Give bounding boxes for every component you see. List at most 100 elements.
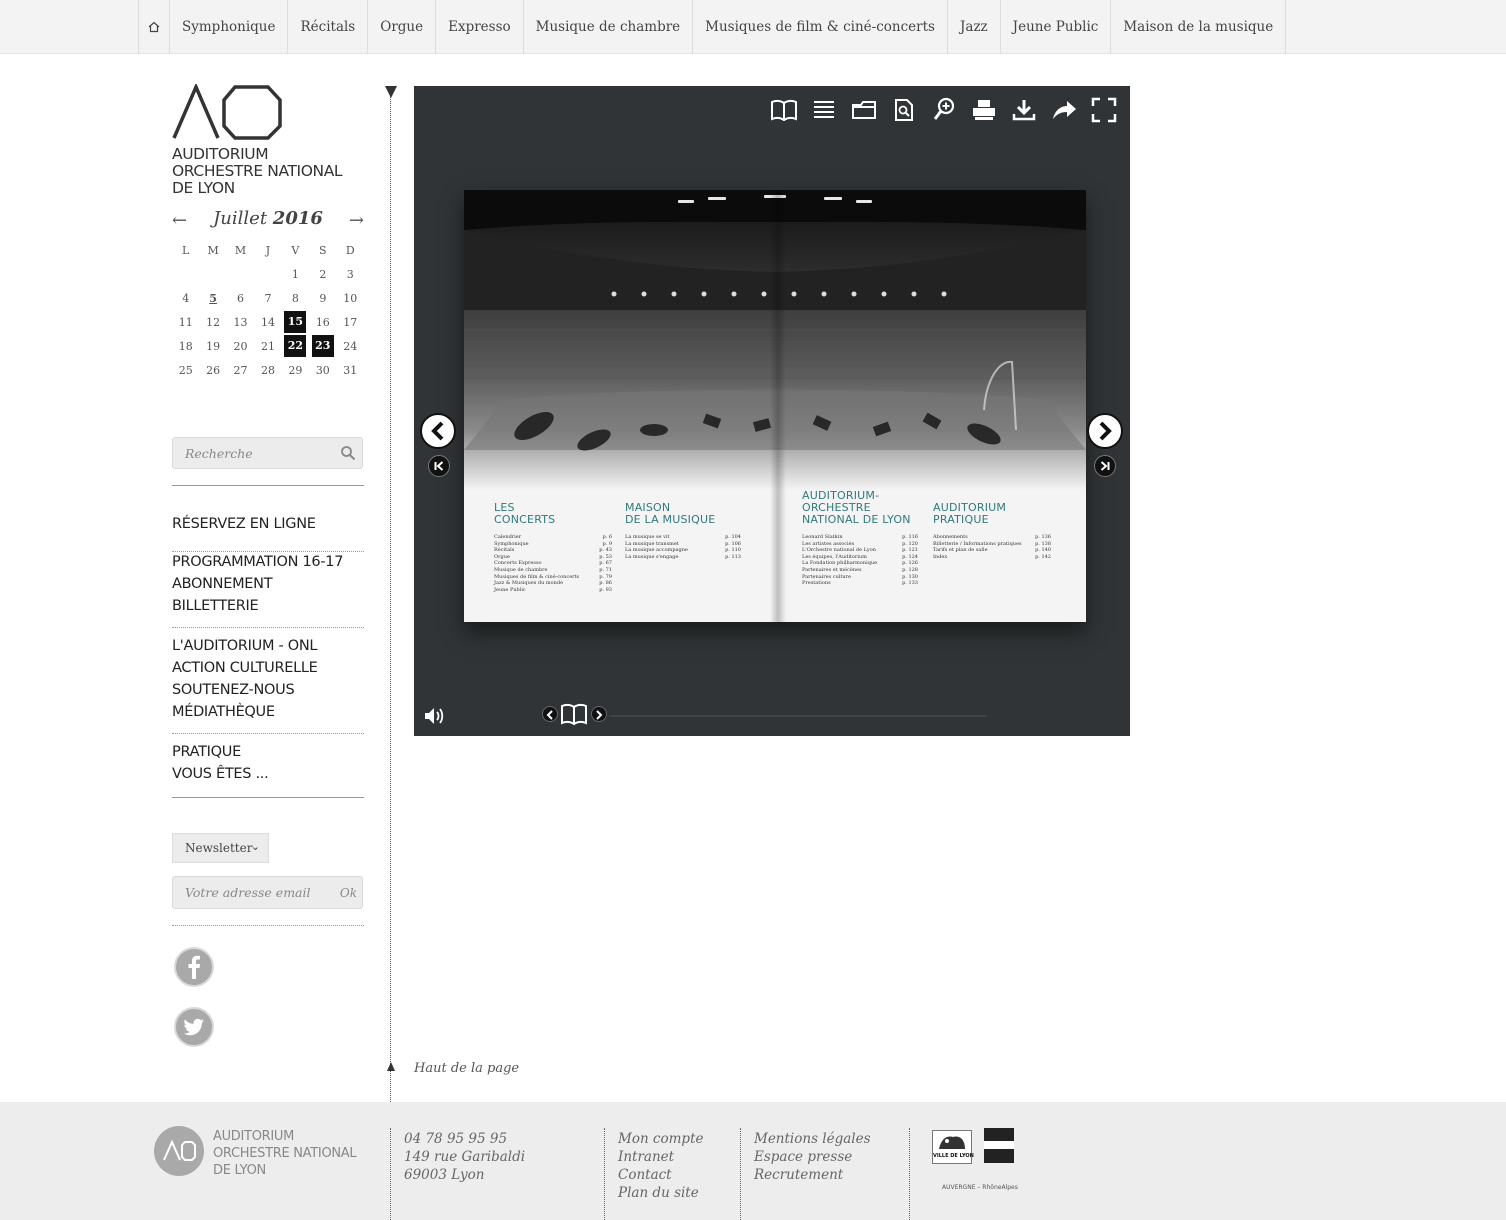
- toc-row-title: Calendrier: [494, 534, 522, 540]
- newsletter-dropdown[interactable]: Newsletter ⌄: [172, 833, 269, 863]
- next-month-arrow-icon[interactable]: →: [349, 210, 364, 231]
- menu-item-billetterie[interactable]: BILLETTERIE: [172, 595, 364, 617]
- calendar-day[interactable]: 10: [337, 286, 364, 310]
- home-icon[interactable]: [139, 0, 170, 54]
- calendar-day[interactable]: 16: [309, 310, 336, 334]
- calendar-day[interactable]: 28: [254, 358, 281, 382]
- calendar-day[interactable]: 8: [282, 286, 309, 310]
- calendar-day[interactable]: 12: [199, 310, 226, 334]
- calendar-day[interactable]: 24: [337, 334, 364, 358]
- site-logo[interactable]: AUDITORIUM ORCHESTRE NATIONAL DE LYON: [172, 84, 367, 197]
- footer-link-mentions-legales[interactable]: Mentions légales: [754, 1130, 871, 1148]
- calendar-day[interactable]: 21: [254, 334, 281, 358]
- calendar-day[interactable]: 6: [227, 286, 254, 310]
- toc-row-title: La Fondation philharmonique: [802, 560, 878, 567]
- nav-item-symphonique[interactable]: Symphonique: [170, 0, 289, 54]
- nav-item-expresso[interactable]: Expresso: [436, 0, 524, 54]
- calendar-day[interactable]: 9: [309, 286, 336, 310]
- sound-icon[interactable]: [422, 704, 446, 732]
- calendar-day[interactable]: 5: [199, 286, 226, 310]
- toc-row-page: p. 130: [902, 573, 918, 580]
- zoom-in-icon[interactable]: [930, 96, 958, 124]
- calendar-day[interactable]: 3: [337, 262, 364, 286]
- nav-item-orgue[interactable]: Orgue: [368, 0, 437, 54]
- rule-top-arrow-icon: [385, 86, 397, 98]
- page-search-icon[interactable]: [890, 96, 918, 124]
- menu-item-abonnement[interactable]: ABONNEMENT: [172, 573, 364, 595]
- nav-item-maison-de-la-musique[interactable]: Maison de la musique: [1111, 0, 1287, 54]
- nav-item-jeune-public[interactable]: Jeune Public: [1001, 0, 1112, 54]
- region-logo[interactable]: AUVERGNE – RhôneAlpes: [942, 1184, 1018, 1191]
- menu-item-mediatheque[interactable]: MÉDIATHÈQUE: [172, 701, 364, 723]
- menu-item-soutenez[interactable]: SOUTENEZ-NOUS: [172, 679, 364, 701]
- calendar-day[interactable]: 13: [227, 310, 254, 334]
- calendar-day[interactable]: 14: [254, 310, 281, 334]
- twitter-icon[interactable]: [174, 1007, 214, 1047]
- footer-link-espace-presse[interactable]: Espace presse: [754, 1148, 871, 1166]
- table-of-contents-icon[interactable]: [810, 96, 838, 124]
- menu-item-pratique[interactable]: PRATIQUE: [172, 741, 364, 763]
- calendar-day[interactable]: 7: [254, 286, 281, 310]
- footer-link-intranet[interactable]: Intranet: [618, 1148, 703, 1166]
- calendar-day[interactable]: 20: [227, 334, 254, 358]
- email-submit-button[interactable]: Ok: [340, 886, 357, 900]
- calendar-day[interactable]: 27: [227, 358, 254, 382]
- footer-link-plan-du-site[interactable]: Plan du site: [618, 1184, 703, 1202]
- calendar-day[interactable]: 15: [282, 310, 309, 334]
- toc-row-page: p. 140: [1035, 547, 1051, 554]
- footer-logo-icon[interactable]: [154, 1126, 204, 1176]
- previous-page-button[interactable]: [420, 413, 456, 449]
- footer-link-recrutement[interactable]: Recrutement: [754, 1166, 871, 1184]
- thumbnail-prev-button[interactable]: [542, 706, 558, 722]
- calendar-day[interactable]: 17: [337, 310, 364, 334]
- menu-item-vous-etes[interactable]: VOUS ÊTES ...: [172, 763, 364, 785]
- calendar-day[interactable]: 2: [309, 262, 336, 286]
- calendar-day[interactable]: 4: [172, 286, 199, 310]
- ministry-logo[interactable]: [984, 1128, 1014, 1166]
- last-page-button[interactable]: [1094, 455, 1116, 477]
- calendar-day[interactable]: 26: [199, 358, 226, 382]
- footer-phone[interactable]: 04 78 95 95 95: [404, 1130, 525, 1148]
- book-view-icon[interactable]: [770, 96, 798, 124]
- footer-link-mon-compte[interactable]: Mon compte: [618, 1130, 703, 1148]
- menu-item-action-culturelle[interactable]: ACTION CULTURELLE: [172, 657, 364, 679]
- download-icon[interactable]: [1010, 96, 1038, 124]
- search-icon[interactable]: [340, 445, 356, 461]
- calendar-day[interactable]: 22: [282, 334, 309, 358]
- brochure-spread[interactable]: LES CONCERTS Calendrier p. 6 Symphonique p.…: [464, 190, 1086, 622]
- calendar-day[interactable]: 31: [337, 358, 364, 382]
- thumbnail-next-button[interactable]: [591, 706, 607, 722]
- nav-item-recitals[interactable]: Récitals: [288, 0, 369, 54]
- menu-item-reservez[interactable]: RÉSERVEZ EN LIGNE: [172, 513, 364, 535]
- first-page-button[interactable]: [428, 455, 450, 477]
- calendar-day[interactable]: 30: [309, 358, 336, 382]
- toc-row-page: p. 43: [599, 547, 612, 554]
- fullscreen-icon[interactable]: [1090, 96, 1118, 124]
- calendar-day[interactable]: 23: [309, 334, 336, 358]
- nav-item-jazz[interactable]: Jazz: [948, 0, 1001, 54]
- back-to-top-arrow-icon[interactable]: [387, 1062, 395, 1071]
- footer-link-contact[interactable]: Contact: [618, 1166, 703, 1184]
- folder-icon[interactable]: [850, 96, 878, 124]
- facebook-icon[interactable]: [174, 947, 214, 987]
- menu-item-programmation[interactable]: PROGRAMMATION 16-17: [172, 551, 364, 573]
- back-to-top-link[interactable]: Haut de la page: [414, 1061, 519, 1076]
- thumbnail-book-icon[interactable]: [560, 702, 588, 730]
- calendar-day[interactable]: 19: [199, 334, 226, 358]
- nav-item-musiques-de-film[interactable]: Musiques de film & ciné-concerts: [693, 0, 948, 54]
- calendar-day[interactable]: 1: [282, 262, 309, 286]
- print-icon[interactable]: [970, 96, 998, 124]
- next-page-button[interactable]: [1087, 413, 1123, 449]
- nav-item-musique-de-chambre[interactable]: Musique de chambre: [524, 0, 694, 54]
- page-progress-track[interactable]: [610, 715, 986, 717]
- calendar-day[interactable]: 11: [172, 310, 199, 334]
- ville-de-lyon-logo[interactable]: VILLE DE LYON: [932, 1130, 974, 1164]
- menu-item-auditorium[interactable]: L'AUDITORIUM - ONL: [172, 635, 364, 657]
- toc-row-page: p. 142: [1035, 553, 1051, 560]
- calendar-day[interactable]: 18: [172, 334, 199, 358]
- email-field[interactable]: Votre adresse email Ok: [172, 876, 363, 909]
- share-icon[interactable]: [1050, 96, 1078, 124]
- calendar-day[interactable]: 29: [282, 358, 309, 382]
- search-input[interactable]: Recherche: [172, 437, 363, 469]
- calendar-day[interactable]: 25: [172, 358, 199, 382]
